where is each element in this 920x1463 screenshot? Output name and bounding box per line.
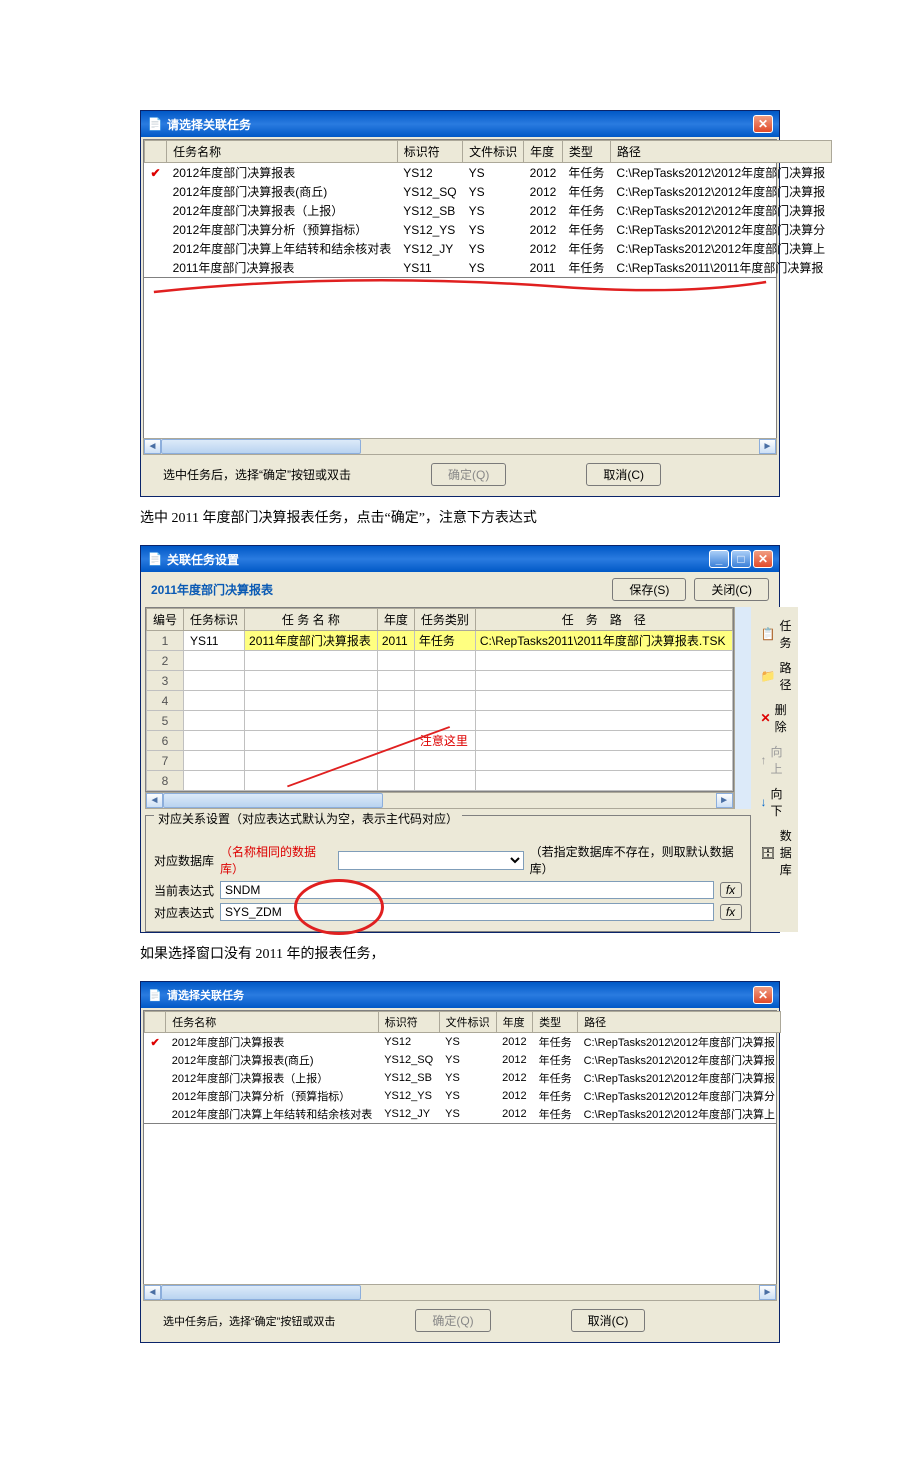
col-taskname[interactable]: 任 务 名 称 xyxy=(245,609,378,631)
task-table-3[interactable]: 任务名称 标识符 文件标识 年度 类型 路径 ✔2012年度部门决算报表YS12… xyxy=(144,1011,781,1123)
table-row[interactable]: 2012年度部门决算报表（上报）YS12_SBYS2012年任务C:\RepTa… xyxy=(145,1069,781,1087)
dialog2-title-bar[interactable]: 📄 关联任务设置 _ □ ✕ xyxy=(141,546,779,572)
side-up-button[interactable]: ↑向上 xyxy=(759,739,794,781)
col-type[interactable]: 类型 xyxy=(562,141,610,163)
dialog3-title-text: 请选择关联任务 xyxy=(167,987,244,1003)
side-down-button[interactable]: ↓向下 xyxy=(759,781,794,823)
ok-button[interactable]: 确定(Q) xyxy=(415,1309,490,1332)
app-icon: 📄 xyxy=(147,116,163,132)
database-icon: 🗄 xyxy=(761,846,776,860)
horizontal-scrollbar[interactable]: ◄ ► xyxy=(143,1284,777,1301)
table-row[interactable]: 2012年度部门决算分析（预算指标）YS12_YSYS2012年任务C:\Rep… xyxy=(145,220,832,239)
scroll-right-icon[interactable]: ► xyxy=(716,793,733,808)
table-row[interactable]: 2012年度部门决算报表（上报）YS12_SBYS2012年任务C:\RepTa… xyxy=(145,201,832,220)
relation-settings-dialog: 📄 关联任务设置 _ □ ✕ 2011年度部门决算报表 保存(S) 关闭(C) … xyxy=(140,545,780,933)
side-delete-button[interactable]: ✕删除 xyxy=(759,697,794,739)
app-icon: 📄 xyxy=(147,987,163,1003)
vertical-scrollbar[interactable] xyxy=(734,607,751,809)
relation-group-title: 对应关系设置（对应表达式默认为空，表示主代码对应） xyxy=(154,810,462,827)
col-name[interactable]: 任务名称 xyxy=(167,141,398,163)
table-row[interactable]: ✔2012年度部门决算报表YS12YS2012年任务C:\RepTasks201… xyxy=(145,1033,781,1052)
up-icon: ↑ xyxy=(761,753,767,767)
footer-hint: 选中任务后，选择“确定”按钮或双击 xyxy=(163,1313,335,1329)
side-db-button[interactable]: 🗄数据库 xyxy=(759,823,794,882)
maximize-icon[interactable]: □ xyxy=(731,550,751,568)
cur-expr-label: 当前表达式 xyxy=(154,882,214,899)
dialog3-title-bar[interactable]: 📄 请选择关联任务 ✕ xyxy=(141,982,779,1008)
col-tasktype[interactable]: 任务类别 xyxy=(414,609,475,631)
col-year[interactable]: 年度 xyxy=(524,141,563,163)
cancel-button[interactable]: 取消(C) xyxy=(571,1309,646,1332)
delete-icon: ✕ xyxy=(761,711,771,725)
horizontal-scrollbar[interactable]: ◄ ► xyxy=(143,438,777,455)
table-row[interactable]: 2012年度部门决算分析（预算指标）YS12_YSYS2012年任务C:\Rep… xyxy=(145,1087,781,1105)
col-taskid[interactable]: 任务标识 xyxy=(184,609,245,631)
table-row[interactable]: 2012年度部门决算上年结转和结余核对表YS12_JYYS2012年任务C:\R… xyxy=(145,1105,781,1123)
table-row[interactable]: 2011年度部门决算报表YS11YS2011年任务C:\RepTasks2011… xyxy=(145,258,832,277)
empty-rows-area xyxy=(143,278,777,438)
scroll-right-icon[interactable]: ► xyxy=(759,1285,776,1300)
close-icon[interactable]: ✕ xyxy=(753,986,773,1004)
table-row[interactable]: 2012年度部门决算报表(商丘)YS12_SQYS2012年任务C:\RepTa… xyxy=(145,182,832,201)
relation-grid[interactable]: 编号 任务标识 任 务 名 称 年度 任务类别 任 务 路 径 1 YS1 xyxy=(145,607,734,792)
check-icon: ✔ xyxy=(151,1037,160,1049)
side-toolbar: 📋任务 📁路径 ✕删除 ↑向上 ↓向下 🗄数据库 xyxy=(755,607,798,932)
match-expr-label: 对应表达式 xyxy=(154,904,214,921)
side-path-button[interactable]: 📁路径 xyxy=(759,655,794,697)
table-row[interactable]: 1 YS11 2011年度部门决算报表 2011 年任务 C:\RepTasks… xyxy=(147,631,733,651)
db-hint2: （若指定数据库不存在，则取默认数据库） xyxy=(530,843,742,877)
db-hint: （名称相同的数据库） xyxy=(220,843,332,877)
path-icon: 📁 xyxy=(761,669,776,683)
dialog2-title-text: 关联任务设置 xyxy=(167,551,239,568)
save-button[interactable]: 保存(S) xyxy=(612,578,686,601)
col-id[interactable]: 标识符 xyxy=(397,141,462,163)
down-icon: ↓ xyxy=(761,795,767,809)
task-icon: 📋 xyxy=(761,627,776,641)
relation-settings-group: 对应关系设置（对应表达式默认为空，表示主代码对应） 对应数据库 （名称相同的数据… xyxy=(145,815,751,932)
app-icon: 📄 xyxy=(147,551,163,567)
fx-button[interactable]: fx xyxy=(720,882,742,898)
cancel-button[interactable]: 取消(C) xyxy=(586,463,661,486)
col-year[interactable]: 年度 xyxy=(377,609,414,631)
match-expr-input[interactable] xyxy=(220,903,714,921)
scroll-left-icon[interactable]: ◄ xyxy=(144,439,161,454)
scroll-thumb[interactable] xyxy=(161,439,361,454)
doc-text-2: 如果选择窗口没有 2011 年的报表任务， xyxy=(140,943,780,963)
scroll-left-icon[interactable]: ◄ xyxy=(146,793,163,808)
dialog-title-text: 请选择关联任务 xyxy=(167,116,251,133)
close-icon[interactable]: ✕ xyxy=(753,550,773,568)
table-row[interactable]: 2012年度部门决算上年结转和结余核对表YS12_JYYS2012年任务C:\R… xyxy=(145,239,832,258)
cur-expr-input[interactable] xyxy=(220,881,714,899)
col-num[interactable]: 编号 xyxy=(147,609,184,631)
scroll-left-icon[interactable]: ◄ xyxy=(144,1285,161,1300)
scroll-thumb[interactable] xyxy=(163,793,383,808)
select-task-dialog-2: 📄 请选择关联任务 ✕ 任务名称 标识符 文件标识 年度 类型 路径 ✔2012… xyxy=(140,981,780,1343)
select-task-dialog-1: 📄 请选择关联任务 ✕ 任务名称 标识符 文件标识 年度 类型 路径 ✔2012… xyxy=(140,110,780,497)
minimize-icon[interactable]: _ xyxy=(709,550,729,568)
close-icon[interactable]: ✕ xyxy=(753,115,773,133)
task-table[interactable]: 任务名称 标识符 文件标识 年度 类型 路径 ✔2012年度部门决算报表YS12… xyxy=(144,140,832,277)
fx-button[interactable]: fx xyxy=(720,904,742,920)
side-task-button[interactable]: 📋任务 xyxy=(759,613,794,655)
check-icon: ✔ xyxy=(151,166,161,180)
empty-rows-area xyxy=(143,1124,777,1284)
col-path[interactable]: 路径 xyxy=(610,141,831,163)
scroll-thumb[interactable] xyxy=(161,1285,361,1300)
db-label: 对应数据库 xyxy=(154,852,214,869)
col-file[interactable]: 文件标识 xyxy=(463,141,524,163)
footer-hint: 选中任务后，选择“确定”按钮或双击 xyxy=(163,466,351,483)
close-button[interactable]: 关闭(C) xyxy=(694,578,769,601)
note-here: 注意这里 xyxy=(414,731,475,751)
doc-text-1: 选中 2011 年度部门决算报表任务，点击“确定”，注意下方表达式 xyxy=(140,507,780,527)
grid-hscroll[interactable]: ◄ ► xyxy=(145,792,734,809)
scroll-right-icon[interactable]: ► xyxy=(759,439,776,454)
dialog2-subtitle: 2011年度部门决算报表 xyxy=(151,581,273,598)
table-row[interactable]: ✔2012年度部门决算报表YS12YS2012年任务C:\RepTasks201… xyxy=(145,163,832,183)
ok-button[interactable]: 确定(Q) xyxy=(431,463,506,486)
col-taskpath[interactable]: 任 务 路 径 xyxy=(475,609,732,631)
dialog-title-bar[interactable]: 📄 请选择关联任务 ✕ xyxy=(141,111,779,137)
table-row[interactable]: 2012年度部门决算报表(商丘)YS12_SQYS2012年任务C:\RepTa… xyxy=(145,1051,781,1069)
db-select[interactable] xyxy=(338,851,524,870)
